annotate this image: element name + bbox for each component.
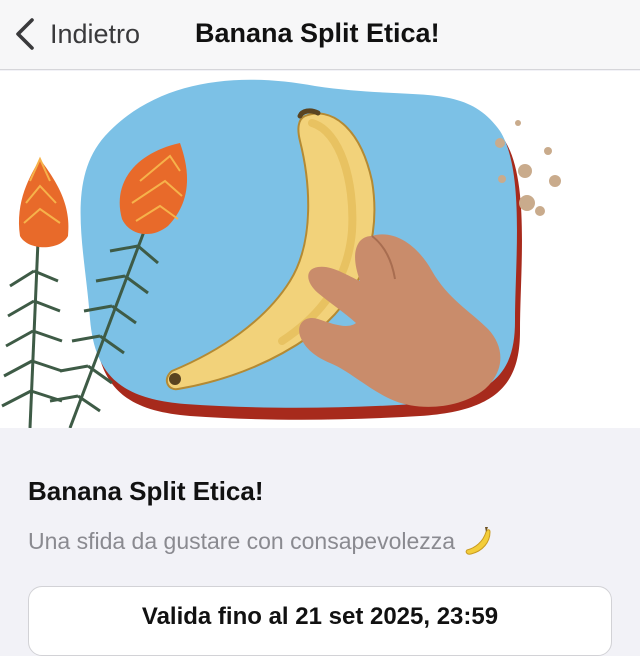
card-subtitle-text: Una sfida da gustare con consapevolezza <box>28 527 456 554</box>
challenge-card: Banana Split Etica! Una sfida da gustare… <box>0 428 640 656</box>
card-title: Banana Split Etica! <box>28 476 264 506</box>
validity-text: Valida fino al 21 set 2025, 23:59 <box>141 603 499 630</box>
validity-box: Valida fino al 21 set 2025, 23:59 <box>28 586 612 656</box>
page-title: Banana Split Etica! <box>195 18 440 48</box>
banana-icon <box>465 527 491 555</box>
hero-illustration <box>1 79 561 428</box>
chevron-left-icon <box>16 18 34 50</box>
hero-image <box>0 71 640 428</box>
back-label: Indietro <box>50 18 141 49</box>
navigation-bar: Indietro Banana Split Etica! <box>0 0 640 70</box>
card-subtitle: Una sfida da gustare con consapevolezza <box>28 524 495 558</box>
back-button[interactable]: Indietro <box>12 14 140 54</box>
